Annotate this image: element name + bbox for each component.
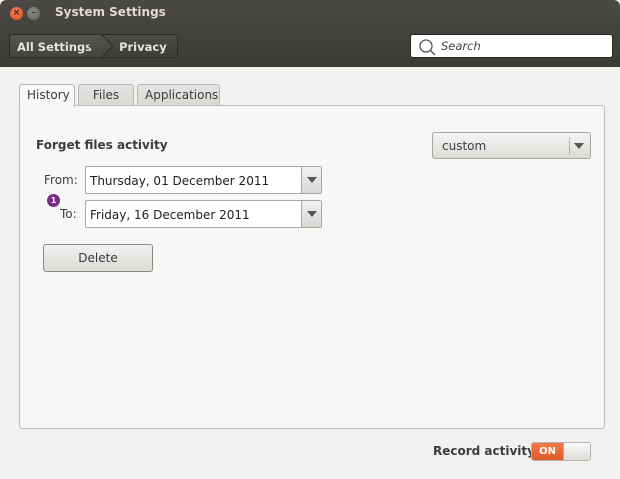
record-activity-label: Record activity [433, 444, 535, 458]
tab-history[interactable]: History [19, 84, 75, 107]
search-input[interactable] [441, 35, 609, 57]
title-bar: × – System Settings All Settings Privacy [0, 0, 620, 67]
close-icon: × [12, 8, 21, 18]
from-date-field[interactable]: Thursday, 01 December 2011 [85, 166, 322, 194]
breadcrumb: All Settings Privacy [9, 34, 178, 58]
history-panel: Forget files activity custom From: Thurs… [19, 105, 605, 429]
from-label: From: [44, 173, 78, 187]
tab-files[interactable]: Files [78, 84, 134, 106]
notification-badge: 1 [47, 194, 60, 207]
settings-window: × – System Settings All Settings Privacy… [0, 0, 620, 479]
chevron-down-icon [307, 177, 317, 183]
forget-activity-heading: Forget files activity [36, 138, 168, 152]
search-icon [419, 39, 436, 56]
switch-on-label: ON [532, 443, 563, 460]
chevron-down-icon [574, 143, 584, 149]
record-activity-switch[interactable]: ON [531, 442, 591, 461]
to-date-dropdown-button[interactable] [301, 201, 321, 227]
close-window-button[interactable]: × [10, 7, 23, 20]
dropdown-separator [569, 137, 570, 155]
tab-applications[interactable]: Applications [137, 84, 220, 106]
forget-mode-dropdown[interactable]: custom [432, 132, 591, 159]
tab-bar: History Files Applications [19, 84, 223, 107]
to-date-value: Friday, 16 December 2011 [90, 208, 250, 222]
window-title: System Settings [55, 5, 166, 19]
chevron-down-icon [307, 211, 317, 217]
forget-mode-value: custom [442, 139, 487, 153]
search-box[interactable] [410, 34, 613, 58]
from-date-dropdown-button[interactable] [301, 167, 321, 193]
breadcrumb-all-settings[interactable]: All Settings [9, 34, 103, 58]
to-date-field[interactable]: Friday, 16 December 2011 [85, 200, 322, 228]
to-label: To: [60, 207, 77, 221]
delete-button[interactable]: Delete [43, 244, 153, 272]
minimize-icon: – [31, 8, 36, 18]
minimize-window-button[interactable]: – [27, 7, 40, 20]
switch-knob[interactable] [563, 443, 590, 460]
from-date-value: Thursday, 01 December 2011 [90, 174, 270, 188]
